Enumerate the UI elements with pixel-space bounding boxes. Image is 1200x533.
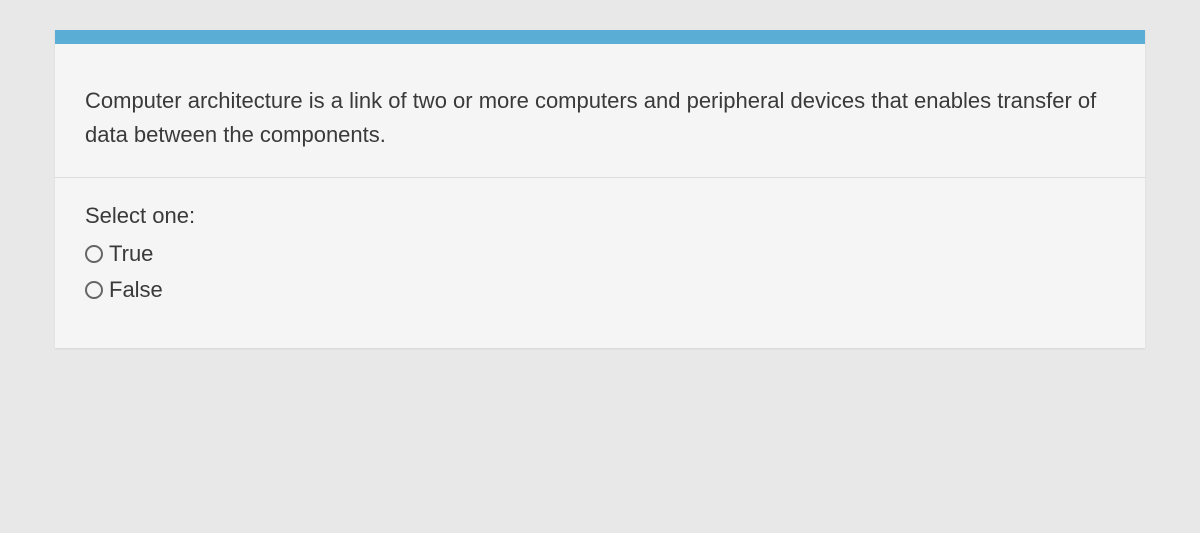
radio-true[interactable] <box>85 245 103 263</box>
page-container: Computer architecture is a link of two o… <box>0 0 1200 378</box>
option-true-label: True <box>109 241 153 267</box>
option-true[interactable]: True <box>85 241 1115 267</box>
question-text: Computer architecture is a link of two o… <box>55 44 1145 178</box>
option-false-label: False <box>109 277 163 303</box>
select-prompt: Select one: <box>85 203 1115 229</box>
radio-false[interactable] <box>85 281 103 299</box>
question-card: Computer architecture is a link of two o… <box>55 30 1145 348</box>
answer-section: Select one: True False <box>55 178 1145 348</box>
option-false[interactable]: False <box>85 277 1115 303</box>
